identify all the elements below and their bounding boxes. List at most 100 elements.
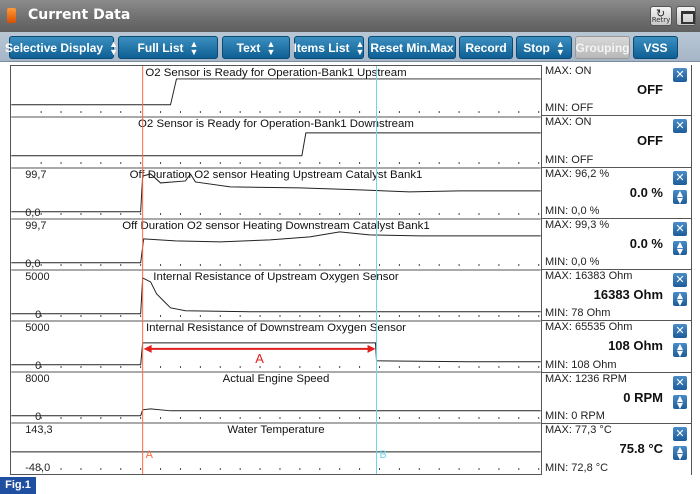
current-value: OFF bbox=[637, 133, 663, 149]
scale-spinner-icon[interactable]: ▲ ▼ bbox=[673, 445, 687, 460]
scale-bottom: 0 bbox=[35, 309, 41, 321]
close-icon[interactable]: ✕ bbox=[673, 119, 687, 134]
scale-bottom: 0,0 bbox=[25, 258, 40, 270]
spinner-icon: ▲ ▼ bbox=[355, 38, 365, 57]
value-row: MAX: 65535 Ohm 108 Ohm MIN: 108 Ohm ✕ ▲ ▼ bbox=[542, 321, 692, 373]
text-label: Text bbox=[236, 40, 261, 55]
channel-title: Off Duration O2 sensor Heating Upstream … bbox=[130, 169, 423, 181]
scale-top: 8000 bbox=[25, 373, 49, 385]
max-value: MAX: 96,2 % bbox=[545, 167, 610, 180]
current-value: 0.0 % bbox=[629, 235, 663, 251]
stop-button[interactable]: Stop ▲ ▼ bbox=[516, 36, 572, 59]
min-value: MIN: OFF bbox=[545, 102, 594, 115]
channel-title: Internal Resistance of Upstream Oxygen S… bbox=[153, 271, 399, 283]
reset-min-max-button[interactable]: Reset Min.Max bbox=[368, 36, 456, 59]
scale-spinner-icon[interactable]: ▲ ▼ bbox=[673, 292, 687, 307]
min-value: MIN: 0,0 % bbox=[545, 204, 600, 217]
value-row: MAX: ON OFF MIN: OFF ✕ bbox=[542, 65, 692, 117]
retry-button[interactable]: Retry bbox=[650, 6, 672, 26]
grouping-button[interactable]: Grouping bbox=[575, 36, 630, 59]
max-value: MAX: ON bbox=[545, 65, 592, 77]
value-row: MAX: 96,2 % 0.0 % MIN: 0,0 % ✕ ▲ ▼ bbox=[542, 167, 692, 219]
close-icon[interactable]: ✕ bbox=[673, 221, 687, 236]
min-value: MIN: 78 Ohm bbox=[545, 307, 611, 320]
current-value: 75.8 °C bbox=[619, 440, 663, 456]
current-value: 108 Ohm bbox=[608, 338, 663, 354]
max-value: MAX: 99,3 % bbox=[545, 218, 610, 231]
scale-bottom: -48,0 bbox=[25, 462, 50, 474]
max-value: MAX: 16383 Ohm bbox=[545, 270, 633, 282]
interval-label: A bbox=[255, 351, 264, 366]
channel-title: O2 Sensor is Ready for Operation-Bank1 D… bbox=[138, 118, 414, 130]
selective-display-label: Selective Display bbox=[5, 40, 104, 55]
stop-label: Stop bbox=[523, 40, 550, 55]
vss-button[interactable]: VSS bbox=[633, 36, 678, 59]
scale-spinner-icon[interactable]: ▲ ▼ bbox=[673, 343, 687, 358]
min-value: MIN: 0,0 % bbox=[545, 256, 600, 268]
scale-top: 143,3 bbox=[25, 424, 52, 436]
max-value: MAX: 65535 Ohm bbox=[545, 321, 633, 334]
close-icon[interactable]: ✕ bbox=[673, 426, 687, 441]
toolbar: Selective Display ▲ ▼ Full List ▲ ▼ Text ▲… bbox=[0, 32, 700, 62]
scale-top: 99,7 bbox=[25, 220, 46, 232]
min-value: MIN: 0 RPM bbox=[545, 409, 605, 422]
scale-top: 5000 bbox=[25, 271, 49, 283]
close-icon[interactable]: ✕ bbox=[673, 375, 687, 390]
channel-trace bbox=[11, 277, 541, 315]
close-icon[interactable]: ✕ bbox=[673, 273, 687, 287]
values-panel: MAX: ON OFF MIN: OFF ✕ MAX: ON OFF MIN: OFF ✕ MA… bbox=[542, 65, 692, 475]
channel-title: Internal Resistance of Downstream Oxygen… bbox=[146, 322, 406, 334]
arrow-left-icon bbox=[143, 344, 152, 353]
spinner-icon: ▲ ▼ bbox=[266, 38, 276, 57]
grouping-label: Grouping bbox=[575, 40, 630, 55]
close-icon[interactable]: ✕ bbox=[673, 68, 687, 82]
value-row: MAX: 16383 Ohm 16383 Ohm MIN: 78 Ohm ✕ ▲ ▼ bbox=[542, 270, 692, 322]
min-value: MIN: OFF bbox=[545, 153, 594, 166]
reset-min-max-label: Reset Min.Max bbox=[370, 40, 454, 55]
spinner-icon: ▲ ▼ bbox=[109, 38, 118, 57]
channel-title: O2 Sensor is Ready for Operation-Bank1 U… bbox=[145, 67, 406, 79]
window-title: Current Data bbox=[28, 7, 131, 23]
min-value: MIN: 72,8 °C bbox=[545, 462, 609, 474]
channel-title: Actual Engine Speed bbox=[223, 373, 330, 385]
figure-label: Fig.1 bbox=[0, 477, 36, 494]
scale-spinner-icon[interactable]: ▲ ▼ bbox=[673, 240, 687, 255]
record-button[interactable]: Record bbox=[459, 36, 513, 59]
value-row: MAX: ON OFF MIN: OFF ✕ bbox=[542, 116, 692, 168]
app-icon bbox=[7, 8, 16, 23]
max-value: MAX: ON bbox=[545, 116, 592, 129]
items-list-button[interactable]: Items List ▲ ▼ bbox=[294, 36, 364, 59]
scale-bottom: 0 bbox=[35, 411, 41, 423]
spinner-icon: ▲ ▼ bbox=[189, 38, 199, 57]
channel-trace bbox=[11, 342, 541, 366]
value-row: MAX: 99,3 % 0.0 % MIN: 0,0 % ✕ ▲ ▼ bbox=[542, 218, 692, 270]
channel-title: Water Temperature bbox=[227, 424, 324, 436]
vss-label: VSS bbox=[643, 40, 668, 55]
min-value: MIN: 108 Ohm bbox=[545, 358, 617, 371]
record-label: Record bbox=[465, 40, 507, 55]
scale-bottom: 0 bbox=[35, 360, 41, 372]
current-value: 0.0 % bbox=[629, 184, 663, 200]
scale-spinner-icon[interactable]: ▲ ▼ bbox=[673, 189, 687, 204]
current-value: 16383 Ohm bbox=[593, 287, 663, 302]
channel-trace bbox=[11, 408, 541, 417]
window-title-bar: Current Data Retry bbox=[0, 0, 700, 32]
arrow-right-icon bbox=[367, 344, 376, 353]
channel-trace bbox=[11, 132, 541, 157]
value-row: MAX: 77,3 °C 75.8 °C MIN: 72,8 °C ✕ ▲ ▼ bbox=[542, 423, 692, 475]
max-value: MAX: 77,3 °C bbox=[545, 423, 612, 436]
current-value: 0 RPM bbox=[623, 389, 663, 405]
cursor-b-label: B bbox=[379, 449, 386, 461]
scale-spinner-icon[interactable]: ▲ ▼ bbox=[673, 394, 687, 409]
cursor-a-label: A bbox=[146, 449, 154, 461]
window-mode-icon[interactable] bbox=[676, 6, 696, 26]
items-list-label: Items List bbox=[293, 40, 350, 55]
value-row: MAX: 1236 RPM 0 RPM MIN: 0 RPM ✕ ▲ ▼ bbox=[542, 372, 692, 424]
selective-display-button[interactable]: Selective Display ▲ ▼ bbox=[5, 36, 118, 59]
full-list-label: Full List bbox=[137, 40, 184, 55]
full-list-button[interactable]: Full List ▲ ▼ bbox=[118, 36, 218, 59]
close-icon[interactable]: ✕ bbox=[673, 324, 687, 339]
close-icon[interactable]: ✕ bbox=[673, 170, 687, 185]
text-button[interactable]: Text ▲ ▼ bbox=[222, 36, 290, 59]
channel-trace bbox=[11, 231, 541, 264]
